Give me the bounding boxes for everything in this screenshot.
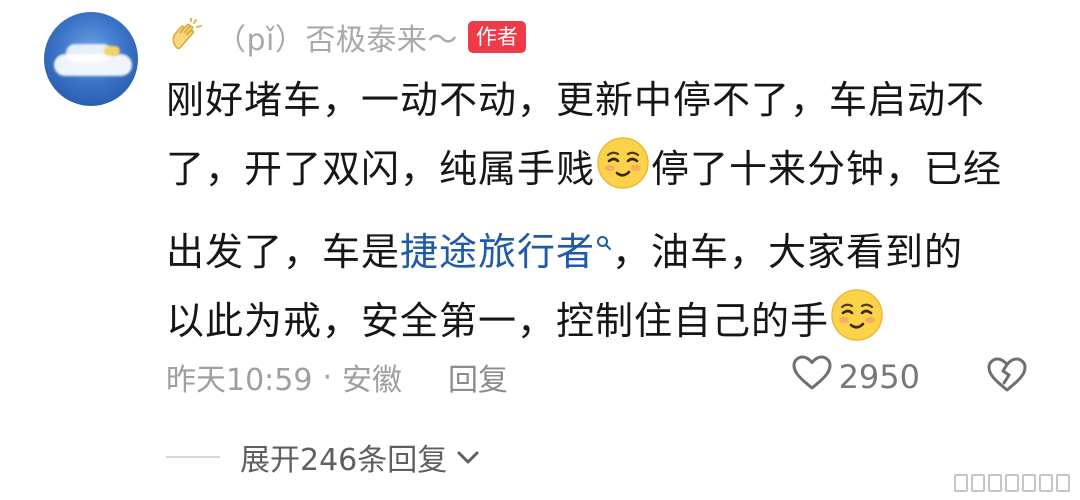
search-icon: [596, 204, 612, 273]
comment-text: 刚好堵车，一动不动，更新中停不了，车启动不 了，开了双闪，纯属手贱 停了十来分钟，…: [166, 66, 1046, 356]
search-link-label: 捷途旅行者: [400, 230, 596, 274]
watermark-mark: [971, 474, 985, 492]
avatar-sun: [104, 46, 120, 56]
comment-text-segment: 出发了，车是: [166, 230, 401, 274]
avatar[interactable]: [44, 12, 138, 106]
comment-text-segment: 以此为戒，安全第一，控制住自己的手: [166, 299, 830, 343]
watermark-mark: [1039, 474, 1053, 492]
comment-text-segment: 刚好堵车，一动不动，更新中停不了，车启动不: [166, 78, 986, 122]
search-link[interactable]: 捷途旅行者: [400, 230, 612, 274]
smirk-emoji-icon: [595, 135, 651, 191]
watermark-mark: [954, 474, 968, 492]
comment-text-segment: 停了十来分钟，已经: [651, 147, 1003, 191]
meta-separator: ·: [322, 359, 333, 395]
expand-replies-button[interactable]: 展开246条回复: [166, 432, 481, 482]
author-badge: 作者: [467, 21, 526, 53]
comment-header: （pǐ）否极泰来～ 作者: [166, 14, 526, 60]
username[interactable]: （pǐ）否极泰来～: [216, 15, 458, 59]
watermark-mark: [1022, 474, 1036, 492]
comment-line: 刚好堵车，一动不动，更新中停不了，车启动不: [166, 66, 1046, 135]
clap-icon: [166, 17, 206, 57]
comment-actions: 2950: [791, 352, 1028, 402]
comment-meta: 昨天10:59 · 安徽 回复: [166, 352, 508, 402]
reply-button[interactable]: 回复: [448, 355, 508, 399]
broken-heart-icon: [986, 356, 1028, 398]
watermark-mark: [988, 474, 1002, 492]
comment-location: 安徽: [342, 363, 403, 398]
dislike-button[interactable]: [986, 356, 1028, 398]
comment-line: 出发了，车是捷途旅行者 ，油车，大家看到的: [166, 204, 1046, 287]
watermark-mark: [1056, 474, 1070, 492]
watermark: [954, 474, 1070, 492]
like-count: 2950: [838, 358, 920, 396]
watermark-mark: [1005, 474, 1019, 492]
smirk-emoji-icon: [829, 287, 885, 343]
avatar-cloud: [54, 54, 132, 76]
comment-line: 以此为戒，安全第一，控制住自己的手: [166, 287, 1046, 356]
heart-icon: [791, 354, 833, 400]
comment-text-segment: ，油车，大家看到的: [612, 230, 964, 274]
comment-item: （pǐ）否极泰来～ 作者 刚好堵车，一动不动，更新中停不了，车启动不 了，开了双…: [0, 0, 1080, 500]
expand-divider: [166, 456, 220, 458]
comment-line: 了，开了双闪，纯属手贱 停了十来分钟，已经: [166, 135, 1046, 204]
expand-replies-label: 展开246条回复: [240, 443, 448, 478]
comment-text-segment: 了，开了双闪，纯属手贱: [166, 147, 596, 191]
like-button[interactable]: 2950: [791, 354, 920, 400]
comment-time: 昨天10:59: [166, 363, 313, 398]
chevron-down-icon: [455, 447, 481, 467]
